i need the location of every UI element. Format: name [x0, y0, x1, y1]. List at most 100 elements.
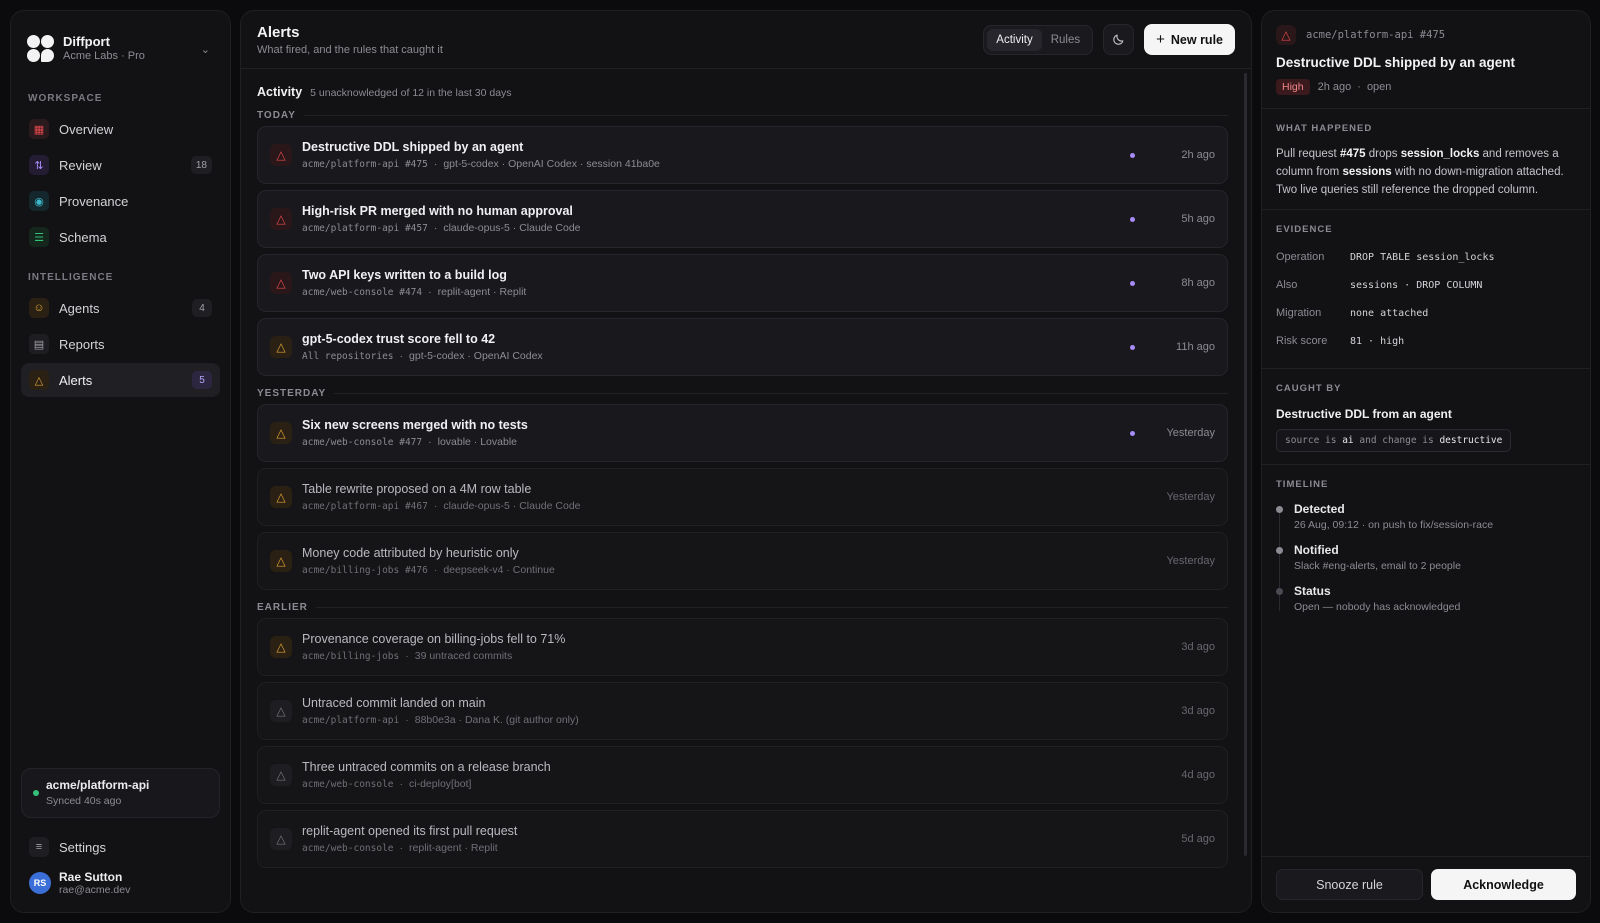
rule-name[interactable]: Destructive DDL from an agent — [1276, 407, 1576, 421]
sidebar-item-overview[interactable]: ▦ Overview — [21, 112, 220, 146]
new-rule-button[interactable]: + New rule — [1144, 24, 1235, 55]
sidebar-item-provenance[interactable]: ◉ Provenance — [21, 184, 220, 218]
group-label: TODAY — [257, 104, 1228, 126]
alert-row[interactable]: △ Provenance coverage on billing-jobs fel… — [257, 618, 1228, 676]
alert-repo: acme/platform-api #457 — [302, 223, 428, 234]
alert-row[interactable]: △ replit-agent opened its first pull requ… — [257, 810, 1228, 868]
alert-row[interactable]: △ Destructive DDL shipped by an agent acme… — [257, 126, 1228, 184]
new-rule-label: New rule — [1170, 32, 1223, 47]
unread-dot — [1130, 216, 1135, 222]
sidebar-item-label: Agents — [59, 300, 100, 316]
snooze-rule-button[interactable]: Snooze rule — [1276, 869, 1423, 900]
alert-meta: acme/web-console #477 · lovable · Lovable — [302, 436, 517, 448]
repo-name: acme/platform-api — [46, 778, 150, 792]
nav-section-intelligence: INTELLIGENCE — [28, 272, 114, 283]
timeline-title: Notified — [1294, 543, 1339, 557]
avatar: RS — [29, 872, 51, 894]
detail-title: Destructive DDL shipped by an agent — [1276, 55, 1516, 70]
warning-icon: △ — [1276, 25, 1296, 45]
alert-row[interactable]: △ Table rewrite proposed on a 4M row tabl… — [257, 468, 1228, 526]
alert-title: High-risk PR merged with no human approv… — [302, 204, 573, 218]
alert-repo: acme/platform-api #475 — [302, 159, 428, 170]
alert-repo: All repositories — [302, 351, 394, 362]
alert-row[interactable]: △ Two API keys written to a build log acme… — [257, 254, 1228, 312]
evidence-key: Migration — [1276, 307, 1322, 319]
sliders-icon: ≡ — [29, 837, 49, 857]
timeline-dot — [1276, 547, 1283, 554]
workspace-switcher[interactable]: Diffport Acme Labs · Pro ⌄ — [11, 11, 230, 71]
theme-toggle-button[interactable] — [1103, 24, 1135, 55]
tab-activity[interactable]: Activity — [987, 28, 1042, 51]
timeline-title: Detected — [1294, 502, 1345, 516]
alert-meta: acme/web-console · replit-agent · Replit — [302, 842, 498, 854]
alert-time: 5h ago — [1181, 213, 1215, 225]
unread-dot — [1130, 280, 1135, 286]
diffport-logo-icon — [27, 35, 55, 63]
sidebar-item-alerts[interactable]: △ Alerts 5 — [21, 363, 220, 397]
grid-icon: ▦ — [29, 119, 49, 139]
warning-icon: △ — [270, 700, 292, 722]
sidebar-item-settings[interactable]: ≡ Settings — [21, 830, 220, 864]
alert-time: 3d ago — [1181, 641, 1215, 653]
alert-time: Yesterday — [1166, 555, 1215, 567]
alert-row[interactable]: △ Three untraced commits on a release bra… — [257, 746, 1228, 804]
warning-icon: △ — [270, 272, 292, 294]
document-icon: ▤ — [29, 334, 49, 354]
alert-source: replit-agent · Replit — [437, 286, 527, 298]
feed-scrollbar[interactable] — [1244, 73, 1247, 856]
sidebar-item-agents[interactable]: ☺ Agents 4 — [21, 291, 220, 325]
alert-detail-panel: △ acme/platform-api #475 Destructive DDL… — [1261, 10, 1591, 913]
evidence-row: Risk score 81 · high — [1276, 327, 1576, 355]
brand-plan: Acme Labs · Pro — [63, 50, 145, 63]
alert-time: 4d ago — [1181, 769, 1215, 781]
group-label: EARLIER — [257, 596, 1228, 618]
alert-title: Untraced commit landed on main — [302, 696, 486, 710]
evidence-value: DROP TABLE session_locks — [1350, 251, 1495, 263]
alert-row[interactable]: △ Money code attributed by heuristic only… — [257, 532, 1228, 590]
section-label: TIMELINE — [1276, 479, 1329, 490]
tab-rules[interactable]: Rules — [1042, 29, 1089, 51]
alert-title: Three untraced commits on a release bran… — [302, 760, 551, 774]
sidebar-item-reports[interactable]: ▤ Reports — [21, 327, 220, 361]
alert-title: Table rewrite proposed on a 4M row table — [302, 482, 532, 496]
view-toggle: Activity Rules — [983, 24, 1094, 55]
brand-name: Diffport — [63, 34, 110, 50]
alert-state: open — [1366, 81, 1392, 93]
page-subtitle: What fired, and the rules that caught it — [257, 43, 443, 56]
alert-row[interactable]: △ High-risk PR merged with no human appro… — [257, 190, 1228, 248]
page-header: Alerts What fired, and the rules that ca… — [241, 11, 1251, 69]
review-count-badge: 18 — [190, 156, 212, 174]
timeline: Detected 26 Aug, 09:12 · on push to fix/s… — [1276, 502, 1576, 625]
sidebar-item-label: Settings — [59, 839, 106, 855]
repo-status-card[interactable]: acme/platform-api Synced 40s ago — [21, 768, 220, 818]
evidence-key: Also — [1276, 279, 1298, 291]
nav-section-workspace: WORKSPACE — [28, 93, 103, 104]
alert-meta: acme/web-console · ci-deploy[bot] — [302, 778, 472, 790]
repo-sync-status: Synced 40s ago — [46, 795, 122, 807]
sidebar-item-review[interactable]: ⇅ Review 18 — [21, 148, 220, 182]
alert-time: Yesterday — [1166, 427, 1215, 439]
alert-row[interactable]: △ Six new screens merged with no tests acm… — [257, 404, 1228, 462]
sidebar-item-schema[interactable]: ☰ Schema — [21, 220, 220, 254]
evidence-key: Risk score — [1276, 335, 1328, 347]
alert-repo: acme/platform-api — [302, 715, 400, 726]
alert-row[interactable]: △ Untraced commit landed on main acme/plat… — [257, 682, 1228, 740]
unread-dot — [1130, 344, 1135, 350]
sidebar-item-label: Review — [59, 157, 102, 173]
what-happened-text: Pull request #475 drops session_locks an… — [1276, 148, 1564, 196]
timeline-dot — [1276, 588, 1283, 595]
alert-meta: acme/web-console #474 · replit-agent · Rep… — [302, 286, 527, 298]
user-profile[interactable]: RS Rae Sutton rae@acme.dev — [11, 870, 230, 896]
acknowledge-button[interactable]: Acknowledge — [1431, 869, 1576, 900]
alert-repo: acme/billing-jobs — [302, 651, 400, 662]
alert-title: Provenance coverage on billing-jobs fell… — [302, 632, 566, 646]
warning-icon: △ — [270, 828, 292, 850]
alert-row[interactable]: △ gpt-5-codex trust score fell to 42 All r… — [257, 318, 1228, 376]
unread-dot — [1130, 430, 1135, 436]
alerts-count-badge: 5 — [192, 371, 212, 389]
moon-icon — [1113, 34, 1124, 45]
sidebar-item-label: Alerts — [59, 372, 93, 388]
page-title: Alerts — [257, 23, 300, 41]
timeline-subtitle: Open — nobody has acknowledged — [1294, 601, 1461, 613]
sidebar-item-label: Reports — [59, 336, 105, 352]
